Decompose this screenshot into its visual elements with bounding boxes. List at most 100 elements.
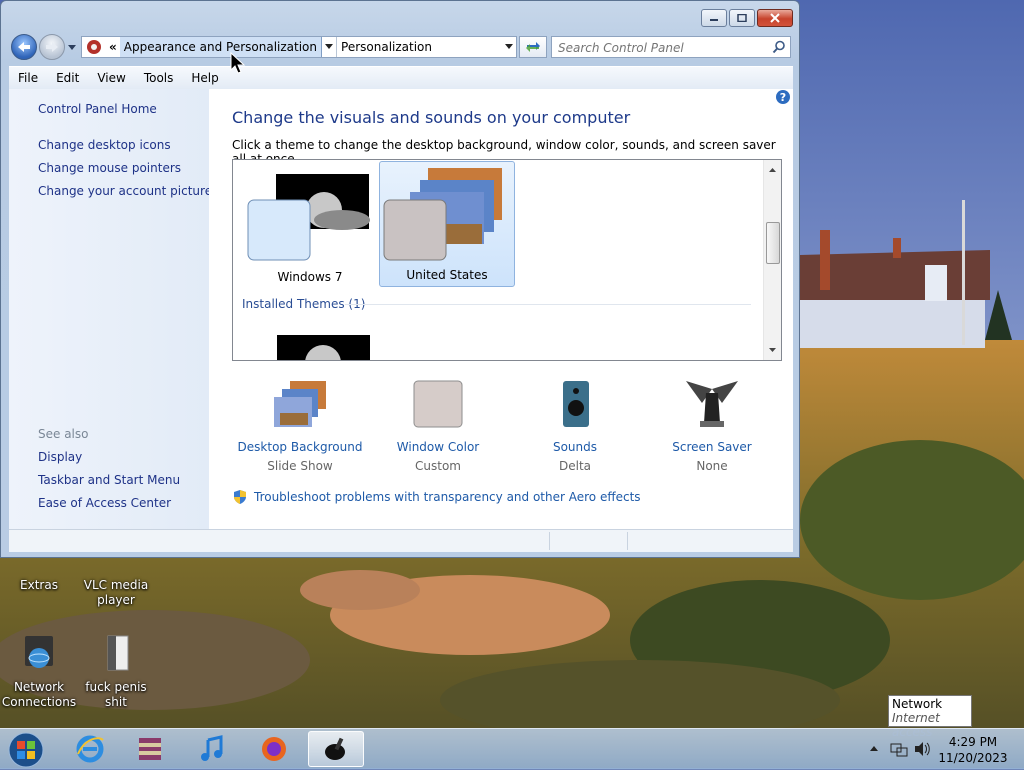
option-value: Custom	[415, 459, 461, 473]
desktop-icon-file[interactable]: fuck penis shit	[78, 634, 154, 710]
menu-edit[interactable]: Edit	[47, 71, 88, 85]
start-button[interactable]	[6, 730, 46, 770]
taskbar-internet-explorer[interactable]	[62, 731, 118, 767]
network-tray-icon[interactable]	[890, 740, 908, 758]
breadcrumb-appearance[interactable]: Appearance and Personalization	[119, 37, 323, 57]
option-title: Desktop Background	[237, 440, 363, 454]
window-color-option[interactable]: Window Color Custom	[373, 379, 503, 473]
recent-pages-dropdown[interactable]	[67, 41, 77, 53]
see-also-heading: See also	[38, 427, 89, 441]
search-icon[interactable]	[772, 40, 786, 54]
desktop-icon-network-connections[interactable]: Network Connections	[1, 634, 77, 710]
option-value: Delta	[558, 459, 591, 473]
theme-windows-7[interactable]: Windows 7	[242, 162, 378, 288]
volume-icon[interactable]	[913, 740, 931, 758]
firefox-icon	[262, 737, 286, 761]
theme-label: Windows 7	[277, 270, 343, 284]
change-mouse-pointers-link[interactable]: Change mouse pointers	[38, 161, 181, 175]
help-icon[interactable]: ?	[775, 89, 791, 105]
status-divider	[549, 532, 550, 550]
theme-united-states[interactable]: United States	[379, 161, 515, 287]
taskbar-firefox[interactable]	[246, 731, 302, 767]
sounds-option[interactable]: Sounds Delta	[510, 379, 640, 473]
screen-saver-icon	[686, 381, 738, 427]
network-tooltip: Network Internet access	[888, 695, 972, 739]
menu-help[interactable]: Help	[182, 71, 227, 85]
internet-explorer-icon	[76, 735, 104, 763]
clock-time: 4:29 PM	[948, 735, 998, 749]
option-title: Window Color	[396, 440, 480, 454]
tooltip-title: Network	[892, 697, 943, 711]
desktop-background-icon	[274, 381, 326, 427]
theme-preview	[305, 345, 341, 360]
theme-list-scrollbar[interactable]	[763, 160, 781, 360]
search-input[interactable]	[556, 38, 772, 58]
breadcrumb-dropdown[interactable]	[322, 37, 338, 57]
breadcrumb-personalization[interactable]: Personalization	[337, 37, 502, 57]
network-icon	[25, 636, 53, 668]
file-icon	[107, 635, 129, 671]
control-panel-icon	[87, 40, 101, 54]
personalization-icon	[325, 737, 345, 760]
scroll-up-icon[interactable]	[764, 162, 781, 178]
address-history-dropdown[interactable]	[502, 37, 516, 57]
menu-tools[interactable]: Tools	[135, 71, 183, 85]
menu-file[interactable]: File	[9, 71, 47, 85]
address-overflow-chevron[interactable]: «	[106, 37, 120, 57]
address-bar[interactable]: « Appearance and Personalization Persona…	[81, 36, 517, 58]
section-divider	[345, 304, 751, 305]
chevron-down-icon	[505, 44, 513, 49]
status-divider	[627, 532, 628, 550]
archive-icon	[139, 738, 161, 760]
taskbar-start-menu-link[interactable]: Taskbar and Start Menu	[38, 473, 180, 487]
change-account-picture-link[interactable]: Change your account picture	[38, 184, 212, 198]
personalization-window: « Appearance and Personalization Persona…	[0, 0, 800, 558]
back-button[interactable]	[11, 34, 37, 60]
maximize-button[interactable]	[729, 9, 755, 27]
minimize-button[interactable]	[701, 9, 727, 27]
taskbar-archive-app[interactable]	[122, 731, 178, 767]
clock[interactable]: 4:29 PM 11/20/2023	[930, 734, 1016, 766]
scroll-down-icon[interactable]	[764, 342, 781, 358]
arrow-right-icon	[46, 42, 58, 52]
desktop-background-option[interactable]: Desktop Background Slide Show	[235, 379, 365, 473]
desktop-icon-vlc[interactable]: VLC media player	[78, 560, 154, 608]
ease-of-access-link[interactable]: Ease of Access Center	[38, 496, 171, 510]
shield-icon	[234, 490, 246, 504]
taskbar-music-player[interactable]	[184, 731, 240, 767]
search-box	[551, 36, 791, 58]
screen-saver-option[interactable]: Screen Saver None	[647, 379, 777, 473]
theme-preview	[247, 174, 370, 261]
music-note-icon	[201, 735, 223, 761]
forward-button[interactable]	[39, 34, 65, 60]
window-color-icon	[413, 380, 463, 428]
option-title: Sounds	[552, 440, 598, 454]
scrollbar-thumb[interactable]	[766, 222, 780, 264]
task-pane: Control Panel Home Change desktop icons …	[9, 89, 212, 529]
refresh-button[interactable]	[519, 36, 547, 58]
page-title: Change the visuals and sounds on your co…	[232, 108, 631, 127]
close-icon	[770, 13, 780, 23]
status-bar	[9, 529, 793, 552]
control-panel-home-link[interactable]: Control Panel Home	[38, 102, 157, 116]
menu-view[interactable]: View	[88, 71, 134, 85]
taskbar: 4:29 PM 11/20/2023	[0, 728, 1024, 769]
desktop-icon-extras[interactable]: Extras	[1, 560, 77, 593]
installed-theme-thumbnail[interactable]	[277, 335, 370, 360]
taskbar-control-panel[interactable]	[308, 731, 364, 767]
close-button[interactable]	[757, 9, 793, 27]
arrow-left-icon	[18, 42, 30, 52]
display-link[interactable]: Display	[38, 450, 82, 464]
mouse-cursor	[230, 52, 246, 74]
refresh-icon	[526, 42, 540, 52]
chevron-down-icon	[325, 44, 334, 49]
troubleshoot-aero-label: Troubleshoot problems with transparency …	[254, 490, 641, 504]
change-desktop-icons-link[interactable]: Change desktop icons	[38, 138, 171, 152]
caption-buttons	[699, 9, 793, 27]
option-title: Screen Saver	[672, 440, 752, 454]
desktop-icon-label: VLC media player	[83, 578, 149, 607]
troubleshoot-aero-link[interactable]: Troubleshoot problems with transparency …	[232, 489, 641, 505]
menu-bar: File Edit View Tools Help	[9, 66, 793, 90]
show-hidden-icons[interactable]	[868, 743, 880, 755]
theme-label: United States	[406, 268, 488, 282]
